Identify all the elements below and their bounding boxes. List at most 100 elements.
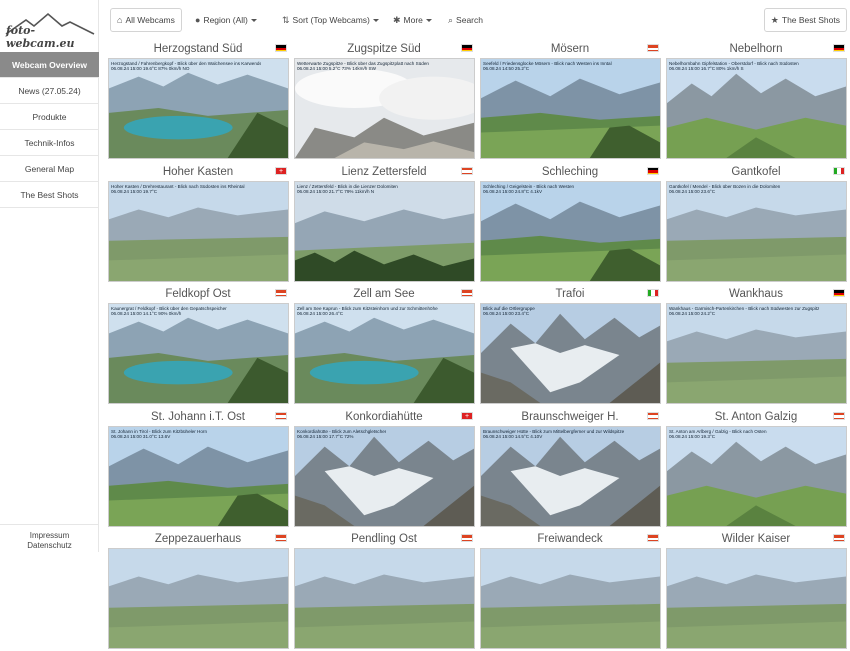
webcam-image[interactable]: Konkordiahütte - Blick zum Aletschgletsc…	[294, 425, 475, 527]
caption-stats: 06.08.24 15:00 24.8°C 4.1kV	[483, 188, 543, 194]
webcam-tile[interactable]: Pendling Ost	[293, 531, 475, 651]
webcam-title[interactable]: Trafoi	[479, 286, 661, 302]
webcam-tile[interactable]: St. Johann i.T. Ost St. Johann in Tirol -…	[107, 409, 289, 529]
webcam-image[interactable]: Schleching / Geigelstein - Blick nach We…	[480, 180, 661, 282]
webcam-title[interactable]: Hoher Kasten	[107, 164, 289, 180]
webcam-image[interactable]: Braunschweiger Hütte - Blick zum Mittelb…	[480, 425, 661, 527]
webcam-tile[interactable]: Gantkofel Gantkofel / Mendel - Blick über…	[665, 164, 847, 284]
webcam-title[interactable]: Wilder Kaiser	[665, 531, 847, 547]
webcam-tile[interactable]: Zell am See Zell am See Kaprun - Blick zu…	[293, 286, 475, 406]
webcam-tile[interactable]: Schleching Schleching / Geigelstein - Bli…	[479, 164, 661, 284]
webcam-tile[interactable]: Feldkopf Ost Kaunergrat / Feldkopf - Blic…	[107, 286, 289, 406]
country-flag-icon	[833, 289, 845, 297]
country-flag-icon	[647, 44, 659, 52]
sidebar-item-produkte[interactable]: Produkte	[0, 104, 99, 130]
webcam-landscape	[109, 426, 288, 526]
webcam-image[interactable]	[666, 548, 847, 649]
logo-text: foto-webcam.eu	[6, 24, 75, 50]
country-flag-icon	[833, 44, 845, 52]
webcam-image[interactable]: Blick auf die Ortlergruppe 06.08.24 15:00…	[480, 303, 661, 404]
webcam-title[interactable]: Gantkofel	[665, 164, 847, 180]
webcam-image[interactable]: Zell am See Kaprun - Blick zum Kitzstein…	[294, 303, 475, 404]
search-button[interactable]: ⌕ Search	[441, 8, 490, 32]
webcam-title[interactable]: Mösern	[479, 41, 661, 57]
webcam-title[interactable]: Zeppezauerhaus	[107, 531, 289, 547]
webcam-title[interactable]: Pendling Ost	[293, 531, 475, 547]
webcam-title[interactable]: Freiwandeck	[479, 531, 661, 547]
webcam-image[interactable]: Hoher Kasten / Drehrestaurant - Blick na…	[108, 180, 289, 282]
webcam-tile[interactable]: Wankhaus Wankhaus - Garmisch-Partenkirche…	[665, 286, 847, 406]
webcam-title[interactable]: Feldkopf Ost	[107, 286, 289, 302]
sidebar-footer: Impressum Datenschutz	[0, 524, 99, 551]
webcam-title[interactable]: Braunschweiger H.	[479, 409, 661, 425]
webcam-title[interactable]: St. Johann i.T. Ost	[107, 409, 289, 425]
caption-stats: 06.08.24 15:00 23.6°C	[669, 188, 716, 194]
webcam-tile[interactable]: Herzogstand Süd Herzogstand / Fahrenbergk…	[107, 41, 289, 161]
webcam-tile[interactable]: Trafoi Blick auf die Ortlergruppe 06.08.24…	[479, 286, 661, 406]
webcam-landscape	[109, 549, 288, 648]
webcam-image[interactable]: Nebelhornbahn Gipfelstation - Oberstdorf…	[666, 58, 847, 159]
webcam-image[interactable]: St. Johann in Tirol - Blick zum Kitzbühe…	[108, 425, 289, 527]
sidebar-item-general-map[interactable]: General Map	[0, 156, 99, 182]
webcam-caption: Braunschweiger Hütte - Blick zum Mittelb…	[483, 429, 624, 440]
webcam-image[interactable]: Wankhaus - Garmisch-Partenkirchen - Blic…	[666, 303, 847, 404]
webcam-image[interactable]: Seefeld / Friedensglocke Mösern - Blick …	[480, 58, 661, 159]
chevron-down-icon	[250, 19, 257, 23]
caption-stats: 06.08.24 15:00 5.2°C 73% 14km/h SW	[297, 66, 376, 72]
sidebar-item-best-shots[interactable]: The Best Shots	[0, 182, 99, 208]
webcam-tile[interactable]: Konkordiahütte + Konkordiahütte - Blick zu…	[293, 409, 475, 529]
webcam-title[interactable]: St. Anton Galzig	[665, 409, 847, 425]
webcam-title[interactable]: Lienz Zettersfeld	[293, 164, 475, 180]
webcam-caption: Schleching / Geigelstein - Blick nach We…	[483, 184, 574, 195]
sort-label: Sort (Top Webcams)	[292, 15, 370, 25]
webcam-tile[interactable]: Wilder Kaiser	[665, 531, 847, 651]
webcam-title[interactable]: Zell am See	[293, 286, 475, 302]
webcam-tile[interactable]: Braunschweiger H. Braunschweiger Hütte - …	[479, 409, 661, 529]
datenschutz-link[interactable]: Datenschutz	[0, 541, 99, 551]
webcam-image[interactable]	[480, 548, 661, 649]
webcam-title[interactable]: Zugspitze Süd	[293, 41, 475, 57]
region-label: Region (All)	[203, 15, 248, 25]
webcam-image[interactable]: St. Anton am Arlberg / Galzig - Blick na…	[666, 425, 847, 527]
caption-stats: 06.08.24 15:00 19.3°C	[669, 433, 716, 439]
home-icon: ⌂	[117, 15, 123, 25]
webcam-title[interactable]: Schleching	[479, 164, 661, 180]
caption-stats: 06.08.24 15:00 17.7°C 72%	[297, 433, 354, 439]
webcam-tile[interactable]: Nebelhorn Nebelhornbahn Gipfelstation - O…	[665, 41, 847, 161]
webcam-image[interactable]: Kaunergrat / Feldkopf - Blick über den G…	[108, 303, 289, 404]
webcam-title[interactable]: Konkordiahütte	[293, 409, 475, 425]
webcam-tile[interactable]: Freiwandeck	[479, 531, 661, 651]
all-webcams-button[interactable]: ⌂ All Webcams	[110, 8, 182, 32]
caption-stats: 06.08.24 15:00 26.4°C	[297, 311, 344, 317]
sidebar-item-technik-infos[interactable]: Technik-Infos	[0, 130, 99, 156]
region-dropdown[interactable]: ● Region (All)	[188, 8, 264, 32]
webcam-tile[interactable]: Hoher Kasten + Hoher Kasten / Drehrestaura…	[107, 164, 289, 284]
star-icon: ★	[770, 15, 779, 25]
country-flag-icon	[833, 411, 845, 420]
impressum-link[interactable]: Impressum	[0, 531, 99, 541]
webcam-tile[interactable]: Zugspitze Süd Wetterwarte Zugspitze - Bli…	[293, 41, 475, 161]
sidebar-nav: Webcam Overview News (27.05.24) Produkte…	[0, 52, 99, 208]
webcam-tile[interactable]: St. Anton Galzig St. Anton am Arlberg / G…	[665, 409, 847, 529]
webcam-title[interactable]: Herzogstand Süd	[107, 41, 289, 57]
more-dropdown[interactable]: ✱ More	[386, 8, 439, 32]
sidebar-item-news[interactable]: News (27.05.24)	[0, 78, 99, 104]
webcam-tile[interactable]: Lienz Zettersfeld Lienz / Zettersfeld - B…	[293, 164, 475, 284]
webcam-tile[interactable]: Mösern Seefeld / Friedensglocke Mösern - …	[479, 41, 661, 161]
webcam-image[interactable]: Herzogstand / Fahrenbergkopf - Blick übe…	[108, 58, 289, 159]
best-shots-button[interactable]: ★ The Best Shots	[763, 8, 847, 32]
webcam-image[interactable]: Gantkofel / Mendel - Blick über Bozen in…	[666, 180, 847, 282]
sidebar-item-webcam-overview[interactable]: Webcam Overview	[0, 52, 99, 78]
more-label: More	[403, 15, 423, 25]
webcam-title[interactable]: Nebelhorn	[665, 41, 847, 57]
caption-stats: 06.08.24 15:00 21.7°C 79% 11km/h N	[297, 188, 375, 194]
webcam-landscape	[481, 181, 660, 281]
webcam-image[interactable]	[294, 548, 475, 649]
sort-dropdown[interactable]: ⇅ Sort (Top Webcams)	[275, 8, 386, 32]
webcam-image[interactable]: Wetterwarte Zugspitze - Blick über das Z…	[294, 58, 475, 159]
webcam-title[interactable]: Wankhaus	[665, 286, 847, 302]
webcam-image[interactable]	[108, 548, 289, 649]
country-flag-icon	[461, 166, 473, 175]
webcam-tile[interactable]: Zeppezauerhaus	[107, 531, 289, 651]
webcam-image[interactable]: Lienz / Zettersfeld - Blick in die Lienz…	[294, 180, 475, 282]
